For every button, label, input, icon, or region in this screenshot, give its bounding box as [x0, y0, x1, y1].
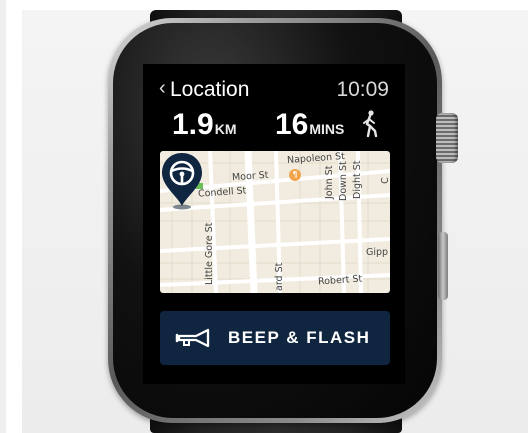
- street-label: C: [379, 177, 390, 184]
- digital-crown[interactable]: [436, 113, 458, 163]
- location-map[interactable]: Napoleon St Moor St Condell St C John St…: [160, 151, 390, 293]
- distance-unit: KM: [214, 121, 237, 137]
- street-label: Down St: [338, 161, 349, 201]
- side-button[interactable]: [438, 232, 448, 300]
- street-label: ard St: [274, 262, 285, 291]
- steering-wheel-pin-icon[interactable]: [160, 151, 204, 211]
- street-label: Gipp: [366, 247, 389, 258]
- watch-screen: ‹ Location 10:09 1.9KM 16MINS Napoleon S…: [143, 64, 405, 384]
- street-label: Little Gore St: [204, 222, 215, 285]
- duration-unit: MINS: [309, 121, 345, 137]
- walking-person-icon: [363, 110, 378, 138]
- duration-stat: 16MINS: [275, 108, 344, 142]
- beep-flash-label: BEEP & FLASH: [228, 328, 371, 347]
- trip-stats: 1.9KM 16MINS: [172, 108, 382, 144]
- back-chevron-icon[interactable]: ‹: [159, 77, 166, 100]
- restaurant-icon[interactable]: ¶: [289, 169, 301, 181]
- beep-flash-button[interactable]: BEEP & FLASH: [160, 311, 390, 365]
- clock-time: 10:09: [336, 78, 389, 101]
- horn-icon: [175, 328, 210, 348]
- street-label: Dight St: [352, 160, 363, 199]
- page-left-rule: [0, 0, 6, 433]
- distance-value: 1.9: [172, 108, 214, 141]
- duration-value: 16: [275, 108, 309, 141]
- street-label: John St: [324, 165, 335, 199]
- page-title[interactable]: Location: [170, 78, 249, 102]
- distance-stat: 1.9KM: [172, 108, 237, 142]
- screen-header: ‹ Location 10:09: [159, 77, 389, 104]
